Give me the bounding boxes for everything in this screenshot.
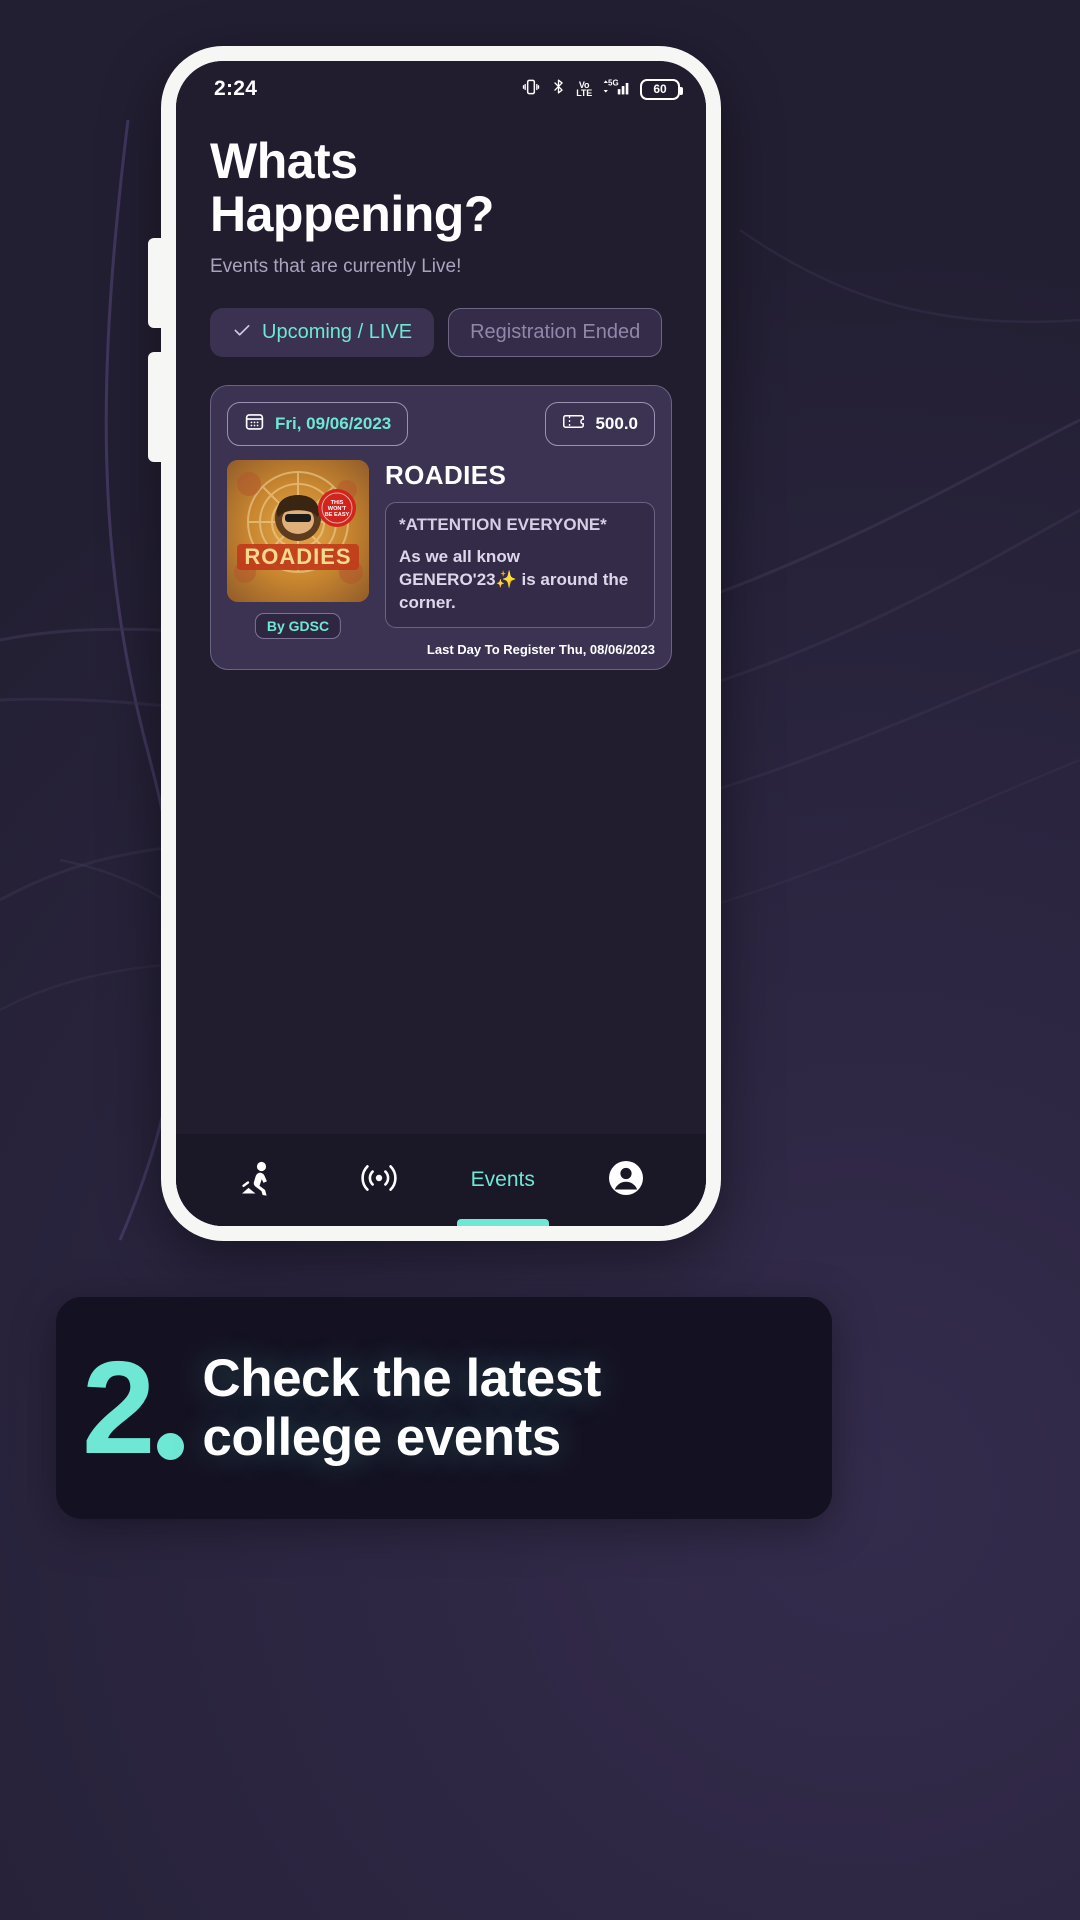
svg-text:5G: 5G	[608, 79, 619, 88]
page-title-line-1: Whats	[210, 133, 358, 189]
event-price-label: 500.0	[595, 414, 638, 433]
event-card-header: Fri, 09/06/2023 500.0	[227, 402, 655, 446]
nav-item-events[interactable]: Events	[456, 1134, 549, 1226]
filter-chip-registration-ended-label: Registration Ended	[470, 321, 641, 343]
volte-bottom-label: LTE	[576, 88, 592, 98]
event-date-pill: Fri, 09/06/2023	[227, 402, 409, 446]
nav-item-events-label: Events	[470, 1168, 535, 1191]
svg-text:ROADIES: ROADIES	[244, 544, 351, 569]
filter-chip-registration-ended[interactable]: Registration Ended	[448, 308, 663, 357]
phone-volume-up-button	[148, 238, 164, 328]
check-icon	[232, 320, 252, 346]
bottom-navigation-bar: Events	[176, 1134, 706, 1226]
filter-chip-upcoming-live-label: Upcoming / LIVE	[262, 321, 413, 343]
nav-item-account[interactable]	[589, 1134, 663, 1226]
filter-chip-row: Upcoming / LIVE Registration Ended	[176, 278, 706, 357]
promo-caption-number-label: 2	[82, 1334, 155, 1481]
battery-icon: 60	[640, 78, 683, 100]
event-description-box: *ATTENTION EVERYONE* As we all know GENE…	[385, 502, 655, 628]
activity-person-icon	[236, 1160, 276, 1201]
promo-caption-text: Check the latest college events	[202, 1348, 601, 1468]
promo-caption-number: 2	[82, 1334, 185, 1481]
promo-caption-card: 2 Check the latest college events	[56, 1297, 832, 1519]
svg-text:BE EASY: BE EASY	[325, 512, 350, 518]
event-description-body: As we all know GENERO'23✨ is around the …	[399, 547, 629, 612]
nav-item-broadcast[interactable]	[342, 1134, 416, 1226]
volte-icon: Vo LTE	[576, 80, 592, 98]
promo-caption-dot	[157, 1433, 185, 1460]
event-poster-wrapper: ROADIES THIS WON'T BE EASY By GDSC	[227, 460, 369, 639]
event-poster-image: ROADIES THIS WON'T BE EASY	[227, 460, 369, 602]
bluetooth-icon	[550, 76, 567, 102]
ticket-icon	[562, 413, 585, 435]
page-title-line-2: Happening?	[210, 185, 494, 242]
event-card-body: ROADIES THIS WON'T BE EASY By GDSC ROADI…	[227, 460, 655, 639]
app-header: Whats Happening? Events that are current…	[176, 117, 706, 278]
vibrate-icon	[521, 77, 541, 102]
event-organizer-badge: By GDSC	[254, 612, 342, 639]
calendar-icon	[244, 411, 265, 437]
status-time: 2:24	[214, 77, 258, 100]
phone-volume-down-button	[148, 352, 164, 462]
event-card[interactable]: Fri, 09/06/2023 500.0 ROADIES THIS WON'T…	[210, 385, 672, 670]
filter-chip-upcoming-live[interactable]: Upcoming / LIVE	[210, 308, 435, 357]
page-title: Whats Happening?	[210, 135, 672, 240]
signal-5g-icon: 5G	[601, 76, 631, 102]
promo-caption-line-1: Check the latest	[202, 1348, 601, 1408]
account-circle-icon	[606, 1158, 646, 1203]
nav-active-indicator	[456, 1219, 549, 1226]
broadcast-icon	[358, 1161, 400, 1200]
event-deadline-label: Last Day To Register Thu, 08/06/2023	[426, 641, 655, 657]
event-list: Fri, 09/06/2023 500.0 ROADIES THIS WON'T…	[176, 357, 706, 1134]
status-bar: 2:24 Vo LTE 5G 60	[176, 61, 706, 117]
promo-screenshot: 2:24 Vo LTE 5G 60 Whats Happening? Event…	[0, 0, 1080, 1920]
page-subtitle: Events that are currently Live!	[210, 256, 462, 277]
event-date-label: Fri, 09/06/2023	[275, 414, 392, 433]
nav-item-activity[interactable]	[219, 1134, 293, 1226]
event-title: ROADIES	[385, 460, 507, 490]
battery-level-label: 60	[653, 82, 667, 96]
event-description-heading: *ATTENTION EVERYONE*	[399, 515, 607, 534]
status-icons: Vo LTE 5G 60	[521, 76, 683, 102]
event-info: ROADIES *ATTENTION EVERYONE* As we all k…	[385, 460, 655, 628]
promo-caption-line-2: college events	[202, 1408, 561, 1467]
phone-frame: 2:24 Vo LTE 5G 60 Whats Happening? Event…	[161, 46, 721, 1241]
phone-screen: 2:24 Vo LTE 5G 60 Whats Happening? Event…	[176, 61, 706, 1226]
event-price-pill: 500.0	[545, 402, 655, 446]
